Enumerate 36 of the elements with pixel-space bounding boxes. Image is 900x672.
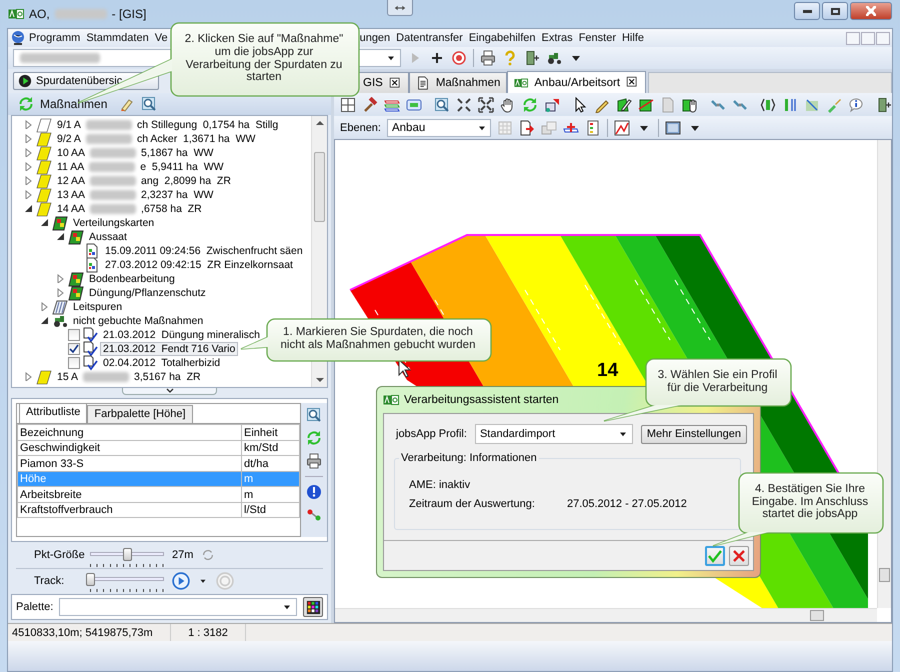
table-cell: km/Std xyxy=(242,440,300,456)
info-text: AME: inaktiv xyxy=(409,479,472,491)
group-title: Verarbeitung: Informationen xyxy=(399,452,539,464)
dialog-title: Verarbeitungsassistent starten xyxy=(404,394,559,406)
panel-title: Maßnahmen xyxy=(40,96,108,111)
field-label: jobsApp Profil: xyxy=(396,428,467,440)
field-details: 5,1867 ha WW xyxy=(140,146,214,160)
info-label: Zeitraum der Auswertung: xyxy=(409,498,535,510)
field-details: 3,5167 ha ZR xyxy=(133,370,202,384)
table-cell: Arbeitsbreite xyxy=(18,486,242,502)
table-cell: l/Std xyxy=(242,502,300,518)
table-cell: Geschwindigkeit xyxy=(18,440,242,456)
table-cell: Höhe xyxy=(18,471,242,487)
field-label: Ebenen: xyxy=(340,122,381,134)
field-details: 2,3237 ha WW xyxy=(140,188,214,202)
table-cell: Kraftstoffverbrauch xyxy=(18,502,242,518)
field-details: ch Stillegung 0,1754 ha Stillg xyxy=(136,118,280,132)
table-cell: Piamon 33-S xyxy=(18,456,242,472)
field-details: ch Acker 1,3671 ha WW xyxy=(136,132,256,146)
field-number: 14 xyxy=(597,360,618,381)
callout-text: 1. Markieren Sie Spurdaten, die noch nicht als Maßnahmen gebucht wurden xyxy=(280,326,476,352)
window-title: AO, xyxy=(29,7,50,21)
field-details: ang 2,8099 ha ZR xyxy=(140,174,232,188)
field-details: ,6758 ha ZR xyxy=(140,202,203,216)
slider-value: 27m xyxy=(172,549,194,562)
field-label: Palette: xyxy=(16,601,54,614)
info-value: 27.05.2012 - 27.05.2012 xyxy=(566,498,687,510)
slider-label: Pkt-Größe xyxy=(33,549,82,562)
callout-text: 3. Wählen Sie ein Profil für die Verarbeitung xyxy=(658,368,778,394)
field-details: e 5,9411 ha WW xyxy=(139,160,225,174)
window-title: - [GIS] xyxy=(112,7,146,21)
table-cell: dt/ha xyxy=(242,456,300,472)
table-cell: m xyxy=(242,471,300,487)
slider-label: Track: xyxy=(33,574,66,587)
callout-text: 4. Bestätigen Sie Ihre Eingabe. Im Anschluss startet die jobsApp xyxy=(752,482,868,522)
table-cell: m xyxy=(242,486,300,502)
